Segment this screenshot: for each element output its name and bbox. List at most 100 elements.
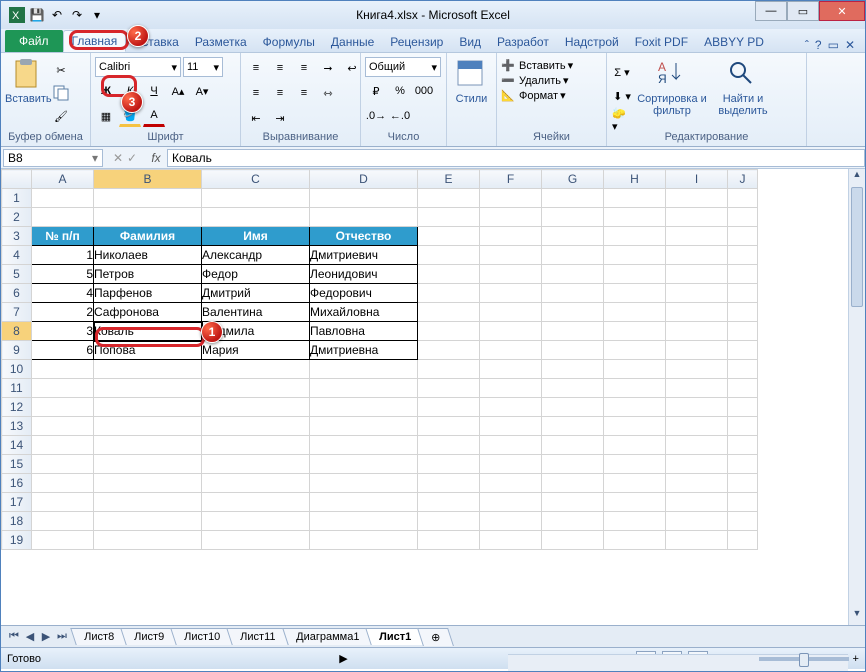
cell-C3[interactable]: Имя <box>202 227 310 246</box>
row-header-12[interactable]: 12 <box>2 398 32 417</box>
cell-A5[interactable]: 5 <box>32 265 94 284</box>
col-header-E[interactable]: E <box>418 170 480 189</box>
underline-icon[interactable]: Ч <box>143 80 165 102</box>
tab-рецензир[interactable]: Рецензир <box>382 32 451 52</box>
border-icon[interactable]: ▦ <box>95 105 117 127</box>
cell-G15[interactable] <box>542 455 604 474</box>
cell-B4[interactable]: Николаев <box>94 246 202 265</box>
cell-J15[interactable] <box>728 455 758 474</box>
col-header-I[interactable]: I <box>666 170 728 189</box>
cell-I5[interactable] <box>666 265 728 284</box>
cell-D3[interactable]: Отчество <box>310 227 418 246</box>
cell-A4[interactable]: 1 <box>32 246 94 265</box>
number-format-combo[interactable]: Общий▾ <box>365 57 441 77</box>
cell-C10[interactable] <box>202 360 310 379</box>
row-header-3[interactable]: 3 <box>2 227 32 246</box>
cell-B2[interactable] <box>94 208 202 227</box>
cell-E9[interactable] <box>418 341 480 360</box>
cell-G2[interactable] <box>542 208 604 227</box>
cell-B7[interactable]: Сафронова <box>94 303 202 322</box>
sheet-tab-Лист8[interactable]: Лист8 <box>70 628 128 645</box>
cell-G3[interactable] <box>542 227 604 246</box>
cell-A2[interactable] <box>32 208 94 227</box>
percent-icon[interactable]: % <box>389 80 411 102</box>
cell-E15[interactable] <box>418 455 480 474</box>
cell-D12[interactable] <box>310 398 418 417</box>
cell-E5[interactable] <box>418 265 480 284</box>
row-header-19[interactable]: 19 <box>2 531 32 550</box>
qat-more-icon[interactable]: ▾ <box>89 7 105 23</box>
cell-I2[interactable] <box>666 208 728 227</box>
cell-I6[interactable] <box>666 284 728 303</box>
cell-C6[interactable]: Дмитрий <box>202 284 310 303</box>
cell-D9[interactable]: Дмитриевна <box>310 341 418 360</box>
cell-I4[interactable] <box>666 246 728 265</box>
cell-B16[interactable] <box>94 474 202 493</box>
maximize-button[interactable]: ▭ <box>787 1 819 21</box>
cell-D1[interactable] <box>310 189 418 208</box>
cell-G5[interactable] <box>542 265 604 284</box>
cell-H1[interactable] <box>604 189 666 208</box>
cell-J14[interactable] <box>728 436 758 455</box>
col-header-G[interactable]: G <box>542 170 604 189</box>
row-header-4[interactable]: 4 <box>2 246 32 265</box>
cell-J1[interactable] <box>728 189 758 208</box>
cell-E3[interactable] <box>418 227 480 246</box>
cell-C5[interactable]: Федор <box>202 265 310 284</box>
cell-A7[interactable]: 2 <box>32 303 94 322</box>
cell-I17[interactable] <box>666 493 728 512</box>
cell-I7[interactable] <box>666 303 728 322</box>
cell-C15[interactable] <box>202 455 310 474</box>
row-header-6[interactable]: 6 <box>2 284 32 303</box>
cell-A17[interactable] <box>32 493 94 512</box>
scroll-down-icon[interactable]: ▼ <box>849 608 865 625</box>
bold-icon[interactable]: Ж <box>95 80 117 102</box>
cell-I12[interactable] <box>666 398 728 417</box>
fx-icon[interactable]: fx <box>145 151 167 165</box>
autosum-icon[interactable]: Σ ▾ <box>611 61 633 83</box>
cell-G6[interactable] <box>542 284 604 303</box>
cell-J7[interactable] <box>728 303 758 322</box>
align-left-icon[interactable]: ≡ <box>245 82 267 104</box>
cell-G19[interactable] <box>542 531 604 550</box>
cell-H6[interactable] <box>604 284 666 303</box>
cell-G7[interactable] <box>542 303 604 322</box>
currency-icon[interactable]: ₽ <box>365 80 387 102</box>
styles-button[interactable]: Стили <box>451 57 492 105</box>
cell-C16[interactable] <box>202 474 310 493</box>
worksheet-grid[interactable]: ABCDEFGHIJ123№ п/пФамилияИмяОтчество41Ни… <box>1 169 865 625</box>
cell-G12[interactable] <box>542 398 604 417</box>
clear-icon[interactable]: 🧽 ▾ <box>611 109 633 131</box>
row-header-10[interactable]: 10 <box>2 360 32 379</box>
cell-I11[interactable] <box>666 379 728 398</box>
sheet-tab-Лист9[interactable]: Лист9 <box>120 628 178 645</box>
scroll-thumb[interactable] <box>851 187 863 307</box>
cell-D6[interactable]: Федорович <box>310 284 418 303</box>
cell-A12[interactable] <box>32 398 94 417</box>
cell-H7[interactable] <box>604 303 666 322</box>
cell-F13[interactable] <box>480 417 542 436</box>
cell-D15[interactable] <box>310 455 418 474</box>
row-header-11[interactable]: 11 <box>2 379 32 398</box>
col-header-H[interactable]: H <box>604 170 666 189</box>
cell-J3[interactable] <box>728 227 758 246</box>
tab-разметка[interactable]: Разметка <box>187 32 255 52</box>
cell-H4[interactable] <box>604 246 666 265</box>
cell-G16[interactable] <box>542 474 604 493</box>
tab-вид[interactable]: Вид <box>451 32 489 52</box>
cell-A9[interactable]: 6 <box>32 341 94 360</box>
help-icon[interactable]: ? <box>815 38 822 52</box>
cell-H2[interactable] <box>604 208 666 227</box>
cell-F6[interactable] <box>480 284 542 303</box>
cell-E4[interactable] <box>418 246 480 265</box>
cell-B1[interactable] <box>94 189 202 208</box>
wrap-text-icon[interactable]: ↩ <box>341 57 363 79</box>
cell-H5[interactable] <box>604 265 666 284</box>
scroll-up-icon[interactable]: ▲ <box>849 169 865 186</box>
cell-B18[interactable] <box>94 512 202 531</box>
cell-H12[interactable] <box>604 398 666 417</box>
vertical-scrollbar[interactable]: ▲ ▼ <box>848 169 865 625</box>
tab-надстрой[interactable]: Надстрой <box>557 32 627 52</box>
save-icon[interactable]: 💾 <box>29 7 45 23</box>
cell-B17[interactable] <box>94 493 202 512</box>
